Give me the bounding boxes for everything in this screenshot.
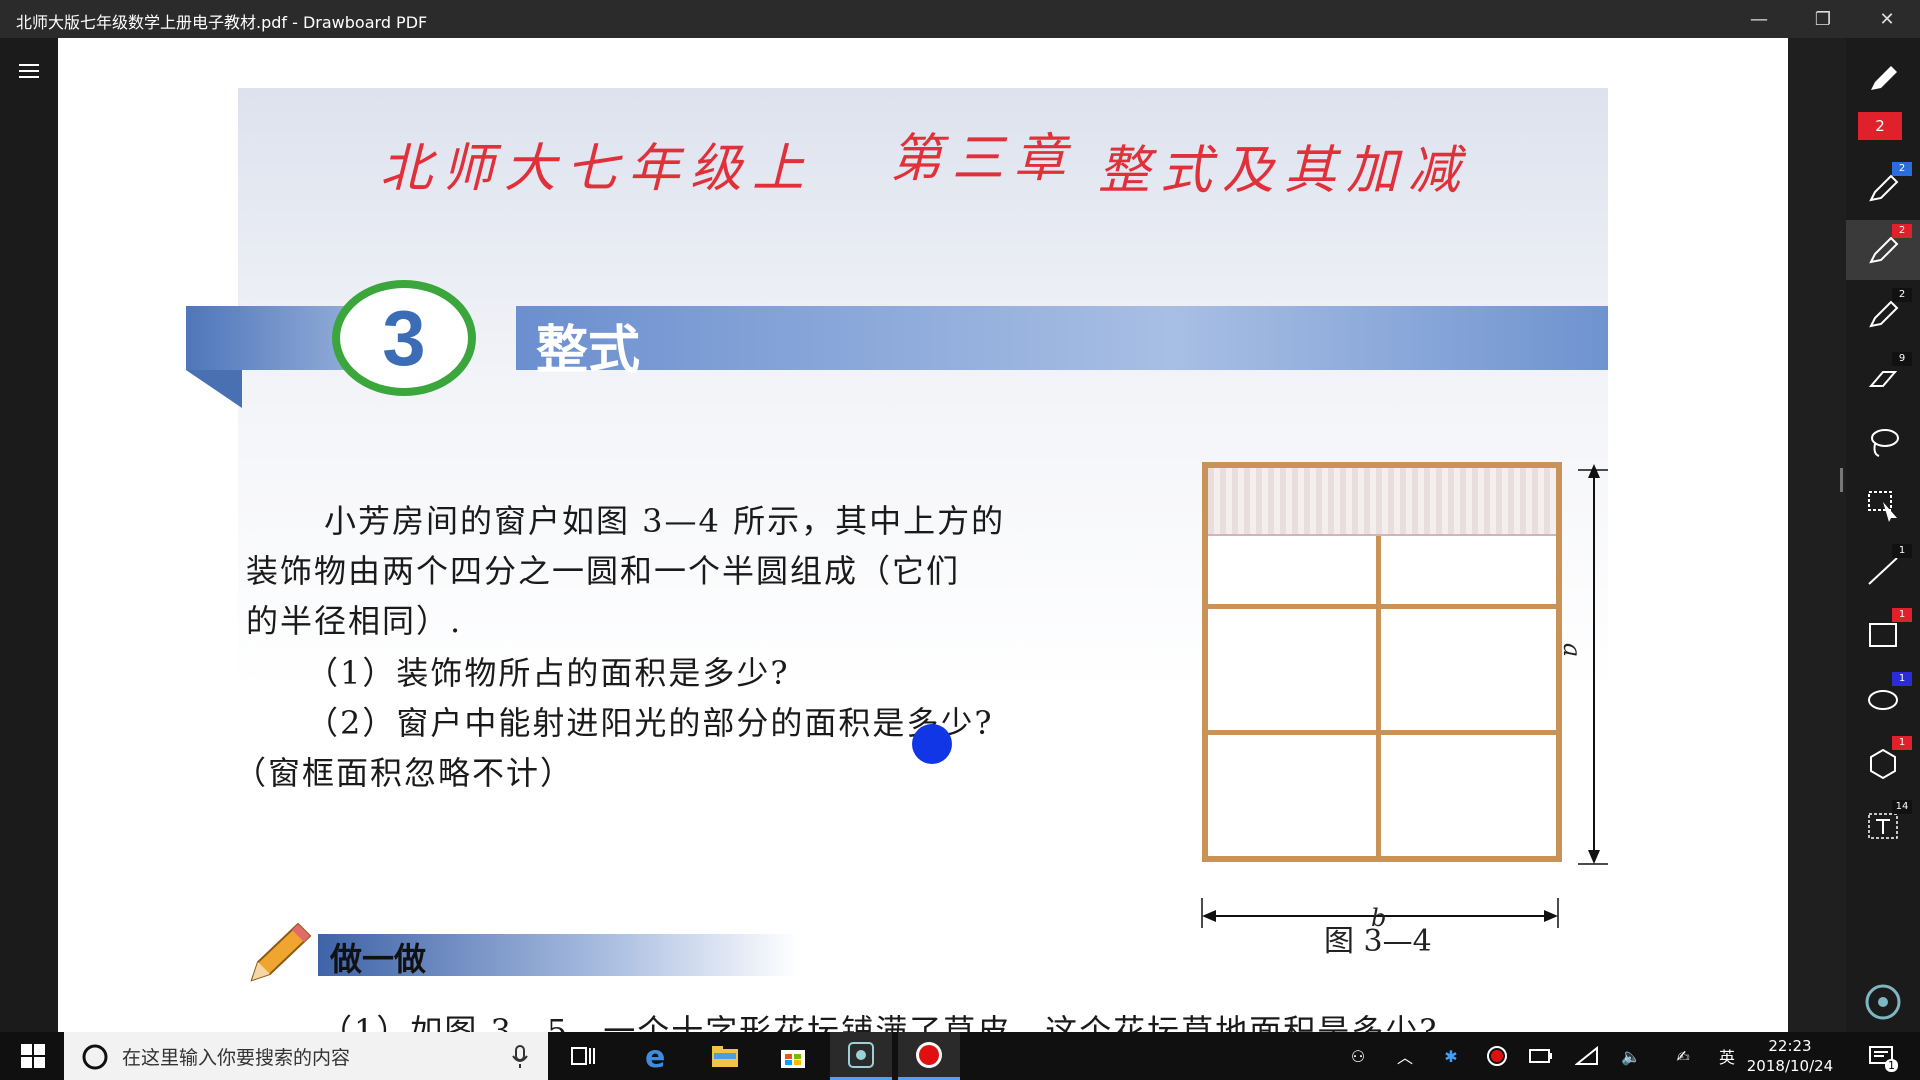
store-app[interactable] (762, 1032, 824, 1080)
section-number-badge: 3 (332, 280, 476, 396)
svg-text:e: e (645, 1041, 665, 1071)
file-explorer-app[interactable] (694, 1032, 756, 1080)
battery-icon[interactable] (1526, 1032, 1556, 1080)
record-icon (916, 1041, 942, 1068)
screen-recorder-app[interactable] (898, 1032, 960, 1080)
pen-red-tool[interactable]: 2 (1846, 220, 1920, 280)
tool-badge: 2 (1892, 288, 1912, 302)
annotation-toolbar: 2 2 2 2 9 1 1 1 1 14 (1846, 38, 1920, 1032)
drawboard-icon (848, 1041, 874, 1068)
tool-badge: 1 (1892, 544, 1912, 558)
wifi-icon[interactable] (1572, 1032, 1602, 1080)
people-icon[interactable]: ⚇ (1340, 1032, 1376, 1080)
section-number: 3 (382, 293, 426, 382)
section-title-bar (516, 306, 1608, 370)
text-tool[interactable]: 14 (1846, 796, 1920, 856)
input-language-indicator[interactable]: 英 (1712, 1032, 1742, 1080)
handwritten-annotation-grade[interactable]: 北师大七年级上 (380, 126, 814, 201)
drawboard-app[interactable] (830, 1032, 892, 1080)
taskbar-search-box[interactable]: 在这里输入你要搜索的内容 (64, 1032, 548, 1080)
taskbar: 在这里输入你要搜索的内容 e ⚇ ︿ ✱ 🔈 ✍ 英 22:23 2018/10… (0, 1032, 1920, 1080)
left-sidebar (0, 38, 58, 1032)
activity-title: 做一做 (330, 940, 427, 978)
pen-main-tool[interactable] (1846, 48, 1920, 108)
clock-time: 22:23 (1768, 1037, 1812, 1055)
ellipse-tool[interactable]: 1 (1846, 668, 1920, 728)
bluetooth-icon[interactable]: ✱ (1436, 1032, 1466, 1080)
pen-size-badge[interactable]: 2 (1858, 112, 1902, 140)
action-center-button[interactable]: 1 (1862, 1032, 1902, 1080)
section-ribbon-fold (186, 370, 242, 408)
select-arrow-icon (1868, 491, 1897, 522)
windows-logo-icon (21, 1044, 45, 1068)
wifi-shape-icon (1575, 1046, 1598, 1065)
body-line-1: 小芳房间的窗户如图 3—4 所示，其中上方的 (324, 502, 1006, 540)
tool-badge: 2 (1892, 162, 1912, 176)
eraser-tool[interactable]: 9 (1846, 348, 1920, 408)
figure-caption: 图 3—4 (1324, 924, 1432, 959)
record-dot-icon (1487, 1046, 1507, 1066)
tool-badge: 1 (1892, 736, 1912, 750)
rectangle-tool[interactable]: 1 (1846, 604, 1920, 664)
dimension-arrows (1201, 464, 1608, 928)
pen-cursor-pointer (912, 724, 952, 764)
line-tool[interactable]: 1 (1846, 540, 1920, 600)
window-title: 北师大版七年级数学上册电子教材.pdf - Drawboard PDF (16, 13, 428, 32)
edge-app[interactable]: e (626, 1032, 688, 1080)
hamburger-menu-icon[interactable] (14, 56, 44, 86)
tool-badge: 14 (1892, 800, 1912, 814)
clock-date: 2018/10/24 (1746, 1057, 1834, 1075)
select-tool[interactable] (1846, 476, 1920, 536)
tool-badge: 1 (1892, 672, 1912, 686)
question-2: （2）窗户中能射进阳光的部分的面积是多少? (306, 704, 994, 742)
activity-question-1: （1）如图 3—5，一个十字形花坛铺满了草皮，这个花坛草地面积是多少? (320, 1012, 1439, 1032)
tool-badge: 9 (1892, 352, 1912, 366)
start-button[interactable] (2, 1032, 64, 1080)
notification-count: 1 (1885, 1059, 1898, 1072)
restore-button[interactable]: ❐ (1792, 0, 1854, 38)
folder-icon (712, 1046, 738, 1067)
title-bar: 北师大版七年级数学上册电子教材.pdf - Drawboard PDF — ❐ … (0, 0, 1920, 38)
volume-icon[interactable]: 🔈 (1616, 1032, 1646, 1080)
microphone-icon[interactable] (510, 1044, 530, 1070)
eye-settings-icon (1865, 984, 1901, 1020)
show-hidden-icons-chevron-icon[interactable]: ︿ (1390, 1032, 1420, 1080)
lasso-icon (1871, 429, 1899, 457)
body-line-3: 的半径相同）. (246, 602, 463, 640)
section-title: 整式 (536, 321, 641, 381)
pdf-page[interactable]: 北师大七年级上 第三章 整式及其加减 3 整式 小芳房间的窗户如图 3—4 所示… (58, 38, 1788, 1032)
question-2-note: （窗框面积忽略不计） (234, 754, 575, 792)
question-1: （1）装饰物所占的面积是多少? (306, 654, 790, 692)
tool-badge: 1 (1892, 608, 1912, 622)
scroll-indicator[interactable] (1840, 468, 1843, 492)
settings-tool[interactable] (1846, 972, 1920, 1032)
handwritten-annotation-topic[interactable]: 整式及其加减 (1098, 128, 1470, 203)
close-button[interactable]: ✕ (1856, 0, 1918, 38)
page-gutter (1788, 38, 1846, 1032)
task-view-button[interactable] (552, 1032, 614, 1080)
clock[interactable]: 22:23 2018/10/24 (1742, 1036, 1838, 1076)
pencil-icon (250, 922, 312, 982)
lasso-tool[interactable] (1846, 412, 1920, 472)
pen-black-tool[interactable]: 2 (1846, 284, 1920, 344)
cortana-icon (82, 1044, 108, 1070)
pen-blue-tool[interactable]: 2 (1846, 158, 1920, 218)
pen-icon (1871, 66, 1897, 90)
store-bag-icon (781, 1050, 805, 1068)
edge-icon: e (645, 1041, 665, 1071)
tool-badge: 2 (1892, 224, 1912, 238)
height-label-a: a (1558, 642, 1587, 658)
recording-tray-icon[interactable] (1482, 1032, 1512, 1080)
battery-shape-icon (1529, 1049, 1552, 1063)
pen-workspace-icon[interactable]: ✍ (1668, 1032, 1698, 1080)
body-line-2: 装饰物由两个四分之一圆和一个半圆组成（它们 (246, 552, 961, 590)
minimize-button[interactable]: — (1728, 0, 1790, 38)
search-placeholder: 在这里输入你要搜索的内容 (122, 1046, 351, 1069)
polygon-tool[interactable]: 1 (1846, 732, 1920, 792)
handwritten-annotation-chapter[interactable]: 第三章 (890, 116, 1076, 191)
task-view-icon (571, 1047, 595, 1065)
